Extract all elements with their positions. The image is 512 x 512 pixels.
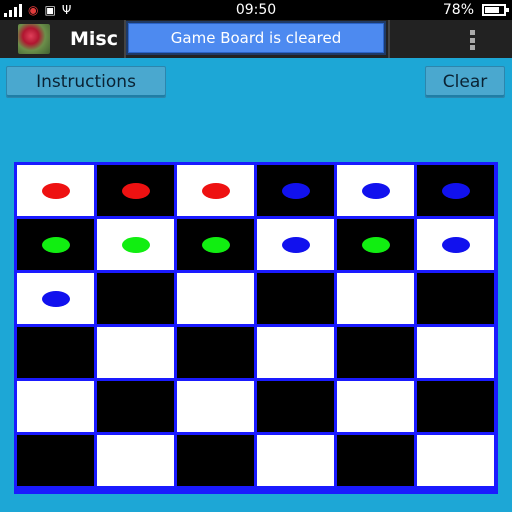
blue-piece[interactable] [441, 236, 470, 253]
board-cell[interactable] [177, 435, 254, 486]
board-cell[interactable] [337, 435, 414, 486]
board-cell[interactable] [257, 165, 334, 216]
clock: 09:50 [235, 2, 277, 18]
board-cell[interactable] [337, 381, 414, 432]
board-cell[interactable] [417, 273, 494, 324]
blue-piece[interactable] [361, 182, 390, 199]
board-cell[interactable] [337, 327, 414, 378]
green-piece[interactable] [361, 236, 390, 253]
board-cell[interactable] [257, 327, 334, 378]
green-piece[interactable] [201, 236, 230, 253]
board-cell[interactable] [337, 273, 414, 324]
red-piece[interactable] [121, 182, 150, 199]
clear-button[interactable]: Clear [425, 66, 505, 98]
board-cell[interactable] [417, 165, 494, 216]
board-cell[interactable] [177, 273, 254, 324]
board-cell[interactable] [417, 381, 494, 432]
app-title: Misc [70, 28, 118, 50]
board-cell[interactable] [97, 219, 174, 270]
blue-piece[interactable] [281, 182, 310, 199]
board-cell[interactable] [257, 381, 334, 432]
board-cell[interactable] [417, 327, 494, 378]
battery-fill [485, 7, 499, 13]
board-cell[interactable] [17, 381, 94, 432]
board-cell[interactable] [417, 435, 494, 486]
blue-piece[interactable] [41, 290, 70, 307]
board-cell[interactable] [337, 165, 414, 216]
game-board [14, 162, 498, 494]
board-cell[interactable] [17, 435, 94, 486]
board-cell[interactable] [97, 273, 174, 324]
battery-icon [482, 4, 509, 16]
instructions-button[interactable]: Instructions [6, 66, 166, 98]
board-cell[interactable] [17, 273, 94, 324]
app-icon[interactable] [18, 24, 50, 54]
board-cell[interactable] [97, 381, 174, 432]
blue-piece[interactable] [441, 182, 470, 199]
red-piece[interactable] [201, 182, 230, 199]
board-cell[interactable] [17, 219, 94, 270]
green-piece[interactable] [41, 236, 70, 253]
board-cell[interactable] [177, 219, 254, 270]
blue-piece[interactable] [281, 236, 310, 253]
overflow-menu-icon[interactable] [462, 28, 482, 52]
red-piece[interactable] [41, 182, 70, 199]
board-cell[interactable] [257, 219, 334, 270]
board-cell[interactable] [17, 165, 94, 216]
board-cell[interactable] [97, 435, 174, 486]
board-cell[interactable] [337, 219, 414, 270]
board-cell[interactable] [257, 435, 334, 486]
toast-message: Game Board is cleared [128, 23, 384, 53]
board-cell[interactable] [177, 327, 254, 378]
action-bar-divider [124, 20, 126, 58]
board-cell[interactable] [97, 327, 174, 378]
battery-percent: 78% [442, 2, 474, 18]
status-bar: ◉ ▣ Ψ 09:50 78% [0, 0, 512, 20]
board-cell[interactable] [17, 327, 94, 378]
board-cell[interactable] [177, 165, 254, 216]
board-cell[interactable] [177, 381, 254, 432]
board-cell[interactable] [257, 273, 334, 324]
green-piece[interactable] [121, 236, 150, 253]
board-cell[interactable] [417, 219, 494, 270]
board-cell[interactable] [97, 165, 174, 216]
action-bar-divider [388, 20, 390, 58]
